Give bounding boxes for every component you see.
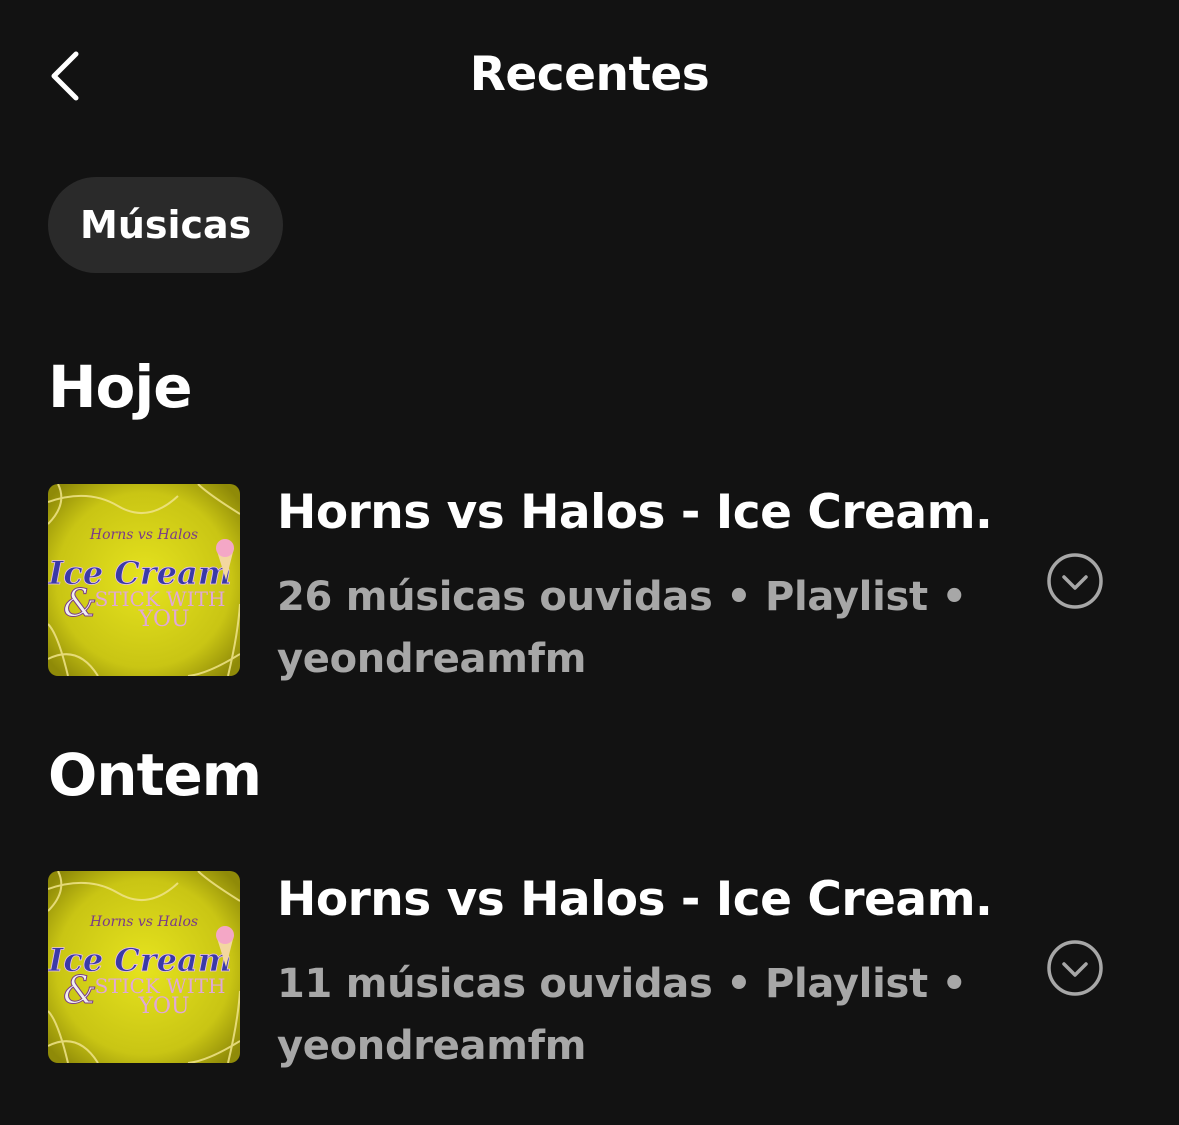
item-subtitle: 26 músicas ouvidas • Playlist • yeondrea…: [277, 566, 997, 690]
expand-button[interactable]: [1044, 937, 1106, 999]
page-title: Recentes: [469, 47, 710, 102]
top-bar: Recentes: [0, 0, 1179, 150]
playlist-cover: Horns vs Halos Ice Cream & STICK WITH YO…: [48, 871, 240, 1063]
item-title: Horns vs Halos - Ice Cream...: [277, 872, 997, 927]
chevron-down-circle-icon: [1047, 940, 1103, 996]
expand-button[interactable]: [1044, 550, 1106, 612]
item-owner: yeondreamfm: [277, 636, 587, 682]
svg-text:YOU: YOU: [137, 607, 189, 632]
item-subtitle: 11 músicas ouvidas • Playlist • yeondrea…: [277, 953, 997, 1077]
svg-text:&: &: [63, 968, 97, 1012]
chevron-down-circle-icon: [1047, 553, 1103, 609]
item-title: Horns vs Halos - Ice Cream...: [277, 485, 997, 540]
item-meta: 11 músicas ouvidas • Playlist •: [277, 961, 967, 1007]
svg-text:&: &: [63, 581, 97, 625]
svg-text:Horns vs Halos: Horns vs Halos: [89, 527, 198, 543]
playlist-cover: Horns vs Halos Ice Cream & STICK WITH YO…: [48, 484, 240, 676]
filter-chip-musicas[interactable]: Músicas: [48, 177, 284, 273]
svg-text:YOU: YOU: [137, 994, 189, 1019]
svg-text:Horns vs Halos: Horns vs Halos: [89, 914, 198, 930]
section-heading-yesterday: Ontem: [48, 741, 262, 809]
item-owner: yeondreamfm: [277, 1023, 587, 1069]
list-item[interactable]: Horns vs Halos Ice Cream & STICK WITH YO…: [48, 484, 1128, 682]
section-heading-today: Hoje: [48, 353, 193, 421]
item-meta: 26 músicas ouvidas • Playlist •: [277, 574, 967, 620]
list-item[interactable]: Horns vs Halos Ice Cream & STICK WITH YO…: [48, 871, 1128, 1069]
